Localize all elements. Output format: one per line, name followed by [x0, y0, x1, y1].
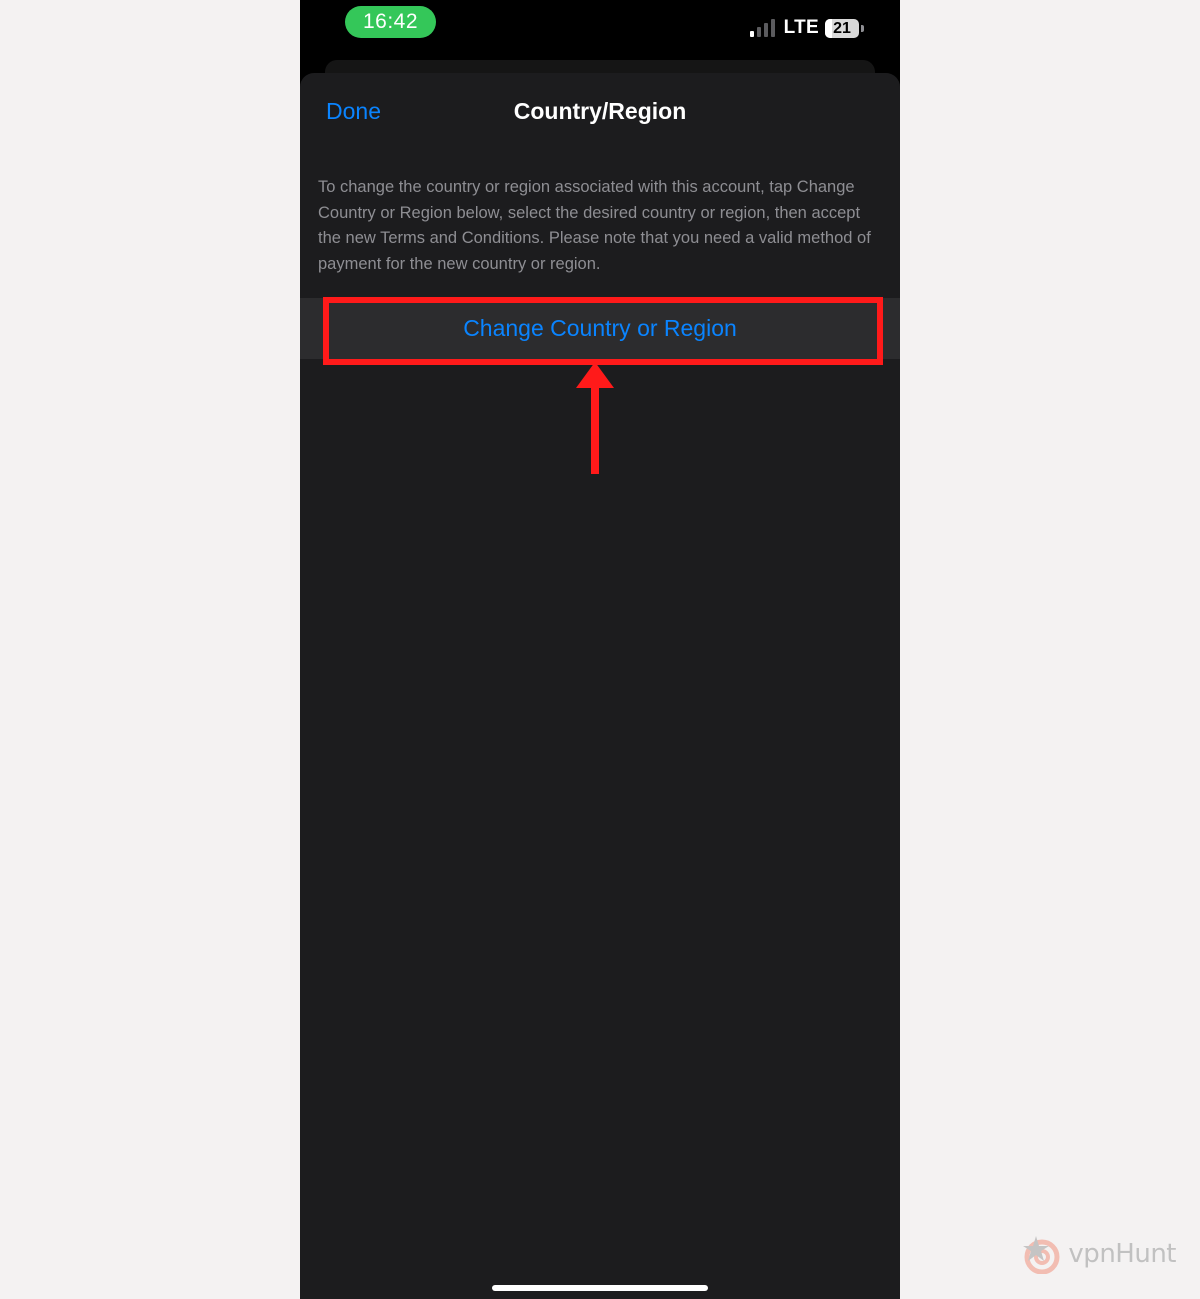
- watermark: vpnHunt: [1022, 1234, 1176, 1274]
- page-title: Country/Region: [513, 98, 687, 124]
- description-text: To change the country or region associat…: [318, 178, 871, 274]
- country-region-sheet: Country/Region Done To change the countr…: [300, 73, 900, 1299]
- cellular-signal-icon: [749, 19, 778, 37]
- network-type: LTE: [783, 17, 819, 38]
- done-button[interactable]: Done: [326, 98, 381, 125]
- annotation-arrow-icon: [576, 362, 614, 474]
- vpnhunt-logo-icon: [1023, 1236, 1060, 1274]
- watermark-brand: vpnHunt: [1068, 1239, 1176, 1269]
- status-indicators: LTE 21: [749, 14, 864, 42]
- change-country-region-button[interactable]: Change Country or Region: [300, 298, 900, 359]
- home-indicator[interactable]: [492, 1285, 708, 1291]
- battery-cap: [861, 24, 864, 32]
- change-country-region-label: Change Country or Region: [463, 315, 737, 341]
- status-time[interactable]: 16:42: [345, 6, 436, 38]
- phone-screen: 16:42 LTE 21 Country/Region Done To chan…: [300, 0, 900, 1299]
- battery-icon: 21: [825, 18, 859, 38]
- battery-level: 21: [833, 19, 851, 37]
- screenshot-canvas: 16:42 LTE 21 Country/Region Done To chan…: [0, 0, 1200, 1299]
